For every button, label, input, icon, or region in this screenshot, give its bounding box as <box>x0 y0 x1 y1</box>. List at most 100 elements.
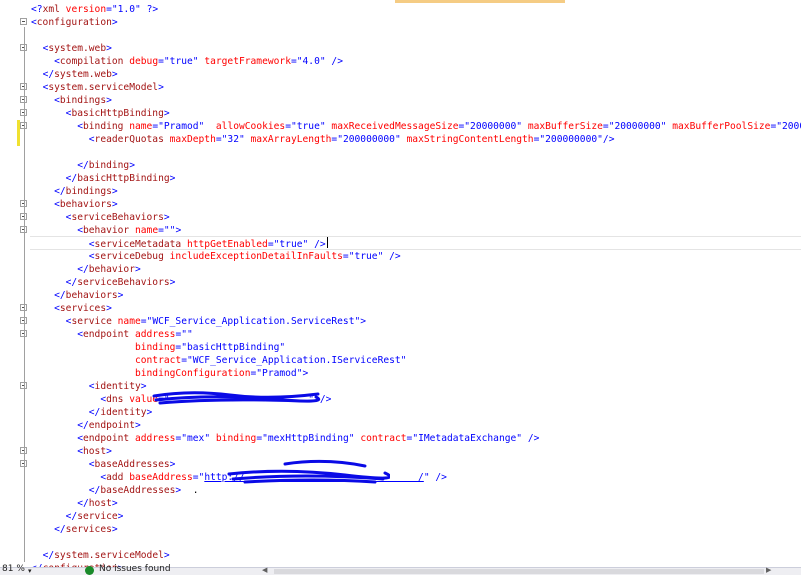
code-token: system.web <box>48 43 107 54</box>
code-text: <bindings> <box>31 94 112 107</box>
code-token: add <box>106 472 124 483</box>
code-line[interactable]: <serviceDebug includeExceptionDetailInFa… <box>0 250 801 263</box>
code-line[interactable]: <services> <box>0 302 801 315</box>
code-line[interactable]: </serviceBehaviors> <box>0 276 801 289</box>
code-token: > <box>117 511 124 522</box>
code-line[interactable] <box>0 29 801 42</box>
code-text: </service> <box>31 510 124 523</box>
code-token: binding <box>83 121 124 132</box>
collapse-minus-icon[interactable] <box>20 18 27 25</box>
code-line[interactable]: </host> <box>0 497 801 510</box>
code-text: <serviceMetadata httpGetEnabled="true" /… <box>31 237 328 251</box>
code-token: "WCF_Service_Application.IServiceRest" <box>186 355 407 366</box>
code-token: > <box>146 407 153 418</box>
code-line[interactable]: <binding name="Pramod" allowCookies="tru… <box>0 120 801 133</box>
code-line[interactable]: <basicHttpBinding> <box>0 107 801 120</box>
code-token: > <box>163 550 170 561</box>
code-line[interactable]: </binding> <box>0 159 801 172</box>
code-token: serviceDebug <box>94 251 164 262</box>
code-line[interactable]: binding="basicHttpBinding" <box>0 341 801 354</box>
code-line[interactable]: <dns value=" " /> <box>0 393 801 406</box>
xml-code-editor[interactable]: <?xml version="1.0" ?> <configuration> <s… <box>0 0 801 567</box>
code-token: behavior <box>88 264 135 275</box>
code-token: system.web <box>54 69 112 80</box>
code-line[interactable]: </baseAddresses> . <box>0 484 801 497</box>
outline-guide <box>24 27 25 562</box>
code-token: > <box>111 17 118 28</box>
code-token: "Pramod" <box>256 368 303 379</box>
code-line[interactable]: </system.web> <box>0 68 801 81</box>
code-token: </ <box>77 160 89 171</box>
code-token: debug <box>129 56 159 67</box>
code-line[interactable]: <serviceMetadata httpGetEnabled="true" /… <box>0 237 801 250</box>
code-line[interactable] <box>0 536 801 549</box>
code-line[interactable]: <endpoint address="" <box>0 328 801 341</box>
code-token: readerQuotas <box>94 134 164 145</box>
scroll-left-icon[interactable]: ◀ <box>262 566 267 574</box>
code-line[interactable]: </services> <box>0 523 801 536</box>
code-token: name <box>117 316 141 327</box>
code-token: binding <box>215 433 257 444</box>
code-line[interactable]: </system.serviceModel> <box>0 549 801 562</box>
code-line[interactable]: <system.web> <box>0 42 801 55</box>
code-line[interactable]: <serviceBehaviors> <box>0 211 801 224</box>
code-token: </ <box>65 277 78 288</box>
code-token: "" <box>181 329 193 340</box>
code-line[interactable]: <host> <box>0 445 801 458</box>
horizontal-scrollbar[interactable] <box>274 569 764 574</box>
code-line[interactable]: </service> <box>0 510 801 523</box>
code-line[interactable] <box>0 146 801 159</box>
code-line[interactable]: <identity> <box>0 380 801 393</box>
code-token: /> <box>435 472 447 483</box>
scroll-right-icon[interactable]: ▶ <box>766 566 771 574</box>
code-token: > <box>163 212 170 223</box>
code-line[interactable]: <behavior name=""> <box>0 224 801 237</box>
code-line[interactable]: </bindings> <box>0 185 801 198</box>
code-line[interactable]: <configuration> <box>0 16 801 29</box>
code-token: baseAddress <box>129 472 193 483</box>
issues-status[interactable]: No issues found <box>99 564 171 574</box>
code-line[interactable]: </identity> <box>0 406 801 419</box>
code-token: baseAddresses <box>94 459 170 470</box>
code-text: </behavior> <box>31 263 141 276</box>
code-token: /> <box>527 433 540 444</box>
code-line[interactable]: </behavior> <box>0 263 801 276</box>
code-token: > <box>129 160 135 171</box>
code-line[interactable]: <readerQuotas maxDepth="32" maxArrayLeng… <box>0 133 801 146</box>
code-text: </bindings> <box>31 185 118 198</box>
code-line[interactable]: </endpoint> <box>0 419 801 432</box>
code-line[interactable]: <system.serviceModel> <box>0 81 801 94</box>
code-line[interactable]: </basicHttpBinding> <box>0 172 801 185</box>
code-line[interactable]: </behaviors> <box>0 289 801 302</box>
code-token: behavior <box>83 225 130 236</box>
code-token: binding <box>88 160 130 171</box>
code-line[interactable]: <baseAddresses> <box>0 458 801 471</box>
code-text: </system.serviceModel> <box>31 549 170 562</box>
zoom-level[interactable]: 81 % <box>2 564 25 574</box>
code-line[interactable]: <?xml version="1.0" ?> <box>0 3 801 16</box>
code-token: /> <box>314 239 326 250</box>
code-line[interactable]: <add baseAddress="http:// /" /> <box>0 471 801 484</box>
code-line[interactable]: <bindings> <box>0 94 801 107</box>
code-token: > <box>111 69 118 80</box>
code-line[interactable]: contract="WCF_Service_Application.IServi… <box>0 354 801 367</box>
zoom-dropdown-icon[interactable]: ▾ <box>28 567 32 575</box>
code-token: address <box>135 433 176 444</box>
code-line[interactable]: bindingConfiguration="Pramod"> <box>0 367 801 380</box>
code-line[interactable]: <compilation debug="true" targetFramewor… <box>0 55 801 68</box>
code-line[interactable]: <behaviors> <box>0 198 801 211</box>
code-text: <?xml version="1.0" ?> <box>31 3 158 16</box>
code-token: binding <box>134 342 176 353</box>
code-line[interactable]: <endpoint address="mex" binding="mexHttp… <box>0 432 801 445</box>
code-token: dns <box>106 394 124 405</box>
change-marker <box>17 120 20 133</box>
code-token: </ <box>77 264 89 275</box>
change-marker <box>17 133 20 146</box>
code-line[interactable]: <service name="WCF_Service_Application.S… <box>0 315 801 328</box>
code-token: > <box>163 108 170 119</box>
